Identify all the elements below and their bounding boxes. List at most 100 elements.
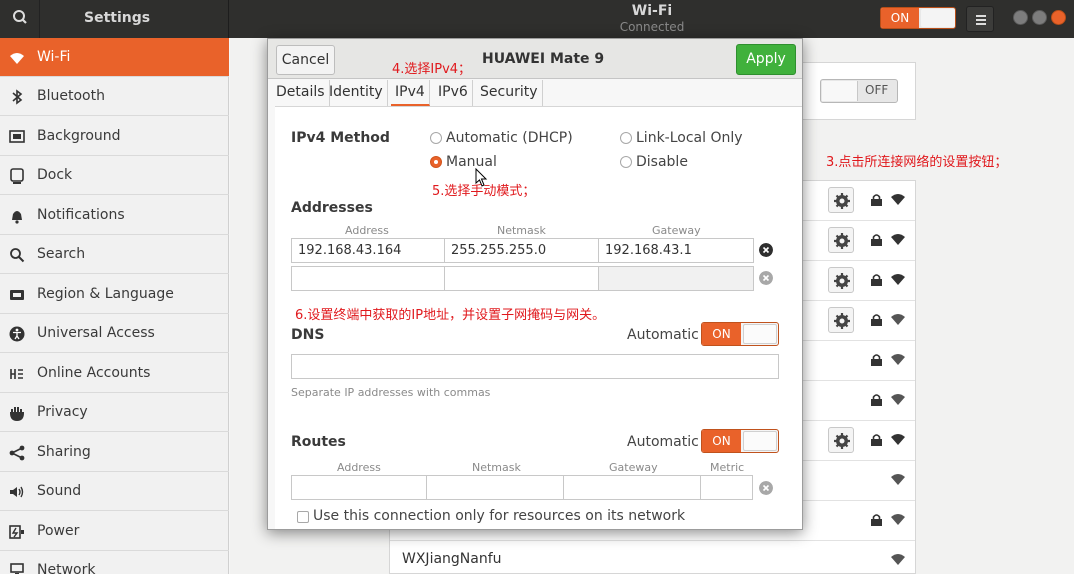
airplane-toggle-label: OFF — [865, 83, 889, 97]
minimize-icon[interactable] — [1013, 10, 1028, 25]
gear-icon — [834, 273, 850, 289]
wifi-icon — [10, 53, 24, 64]
header-divider — [228, 0, 229, 38]
close-icon[interactable] — [1051, 10, 1066, 25]
sidebar-item-universal-access[interactable]: Universal Access — [0, 314, 229, 353]
sidebar-item-label: Sharing — [37, 444, 91, 460]
route-gateway-input[interactable] — [563, 475, 701, 500]
delete-address-icon[interactable] — [759, 271, 773, 285]
lock-icon — [871, 394, 882, 406]
sidebar-item-wifi[interactable]: Wi-Fi — [0, 38, 229, 77]
sidebar-item-dock[interactable]: Dock — [0, 156, 229, 195]
sidebar-item-network[interactable]: Network — [0, 551, 229, 574]
sidebar-item-sharing[interactable]: Sharing — [0, 433, 229, 472]
wifi-signal-icon — [891, 554, 905, 565]
route-gateway-header: Gateway — [609, 461, 658, 474]
wifi-signal-icon — [891, 434, 905, 445]
annotation-step-5: 5.选择手动模式； — [432, 184, 536, 199]
wifi-toggle[interactable]: ON — [880, 7, 956, 29]
share-icon — [9, 445, 25, 461]
app-title: Settings — [84, 10, 151, 26]
tab-details[interactable]: Details — [272, 80, 330, 106]
menu-button[interactable] — [966, 6, 994, 32]
search-button[interactable] — [0, 0, 40, 38]
tab-ipv6[interactable]: IPv6 — [434, 80, 473, 106]
routes-toggle-knob — [743, 431, 777, 451]
network-row[interactable]: WXJiangNanfu — [390, 541, 915, 574]
addresses-label: Addresses — [291, 200, 373, 216]
gear-icon — [834, 193, 850, 209]
gateway-input[interactable]: 192.168.43.1 — [598, 238, 754, 263]
sidebar-item-sound[interactable]: Sound — [0, 472, 229, 511]
netmask-input-empty[interactable] — [444, 266, 599, 291]
radio-disable[interactable] — [620, 156, 632, 168]
sidebar-item-search[interactable]: Search — [0, 235, 229, 274]
network-settings-button[interactable] — [828, 427, 854, 453]
sidebar-item-bluetooth[interactable]: Bluetooth — [0, 77, 229, 116]
routes-automatic-toggle[interactable]: ON — [701, 429, 779, 453]
address-input-empty[interactable] — [291, 266, 445, 291]
speaker-icon — [10, 486, 24, 498]
tab-identity[interactable]: Identity — [325, 80, 388, 106]
radio-disable-label: Disable — [636, 154, 688, 170]
sidebar-item-label: Dock — [37, 167, 73, 183]
dns-input[interactable] — [291, 354, 779, 379]
dns-hint: Separate IP addresses with commas — [291, 386, 491, 399]
radio-manual-label: Manual — [446, 154, 497, 170]
sidebar-item-notifications[interactable]: Notifications — [0, 196, 229, 235]
sidebar-item-label: Online Accounts — [37, 365, 151, 381]
route-metric-input[interactable] — [700, 475, 753, 500]
sidebar-item-online-accounts[interactable]: Online Accounts — [0, 354, 229, 393]
only-resources-label: Use this connection only for resources o… — [313, 508, 686, 524]
wifi-signal-icon — [891, 234, 905, 245]
route-metric-header: Metric — [710, 461, 745, 474]
sidebar-item-privacy[interactable]: Privacy — [0, 393, 229, 432]
wifi-signal-icon — [891, 194, 905, 205]
airplane-mode-toggle[interactable]: OFF — [820, 79, 898, 103]
sidebar-item-label: Universal Access — [37, 325, 155, 341]
network-settings-button[interactable] — [828, 307, 854, 333]
sidebar-item-label: Background — [37, 128, 121, 144]
tab-security[interactable]: Security — [476, 80, 543, 106]
dialog-header: Cancel HUAWEI Mate 9 Apply — [268, 39, 802, 79]
radio-automatic[interactable] — [430, 132, 442, 144]
radio-manual[interactable] — [430, 156, 442, 168]
maximize-icon[interactable] — [1032, 10, 1047, 25]
netmask-input[interactable]: 255.255.255.0 — [444, 238, 599, 263]
lock-icon — [871, 434, 882, 446]
bell-icon — [12, 211, 22, 224]
network-icon — [10, 563, 24, 574]
dns-automatic-toggle[interactable]: ON — [701, 322, 779, 346]
delete-address-icon[interactable] — [759, 243, 773, 257]
network-settings-button[interactable] — [828, 227, 854, 253]
sidebar-item-label: Privacy — [37, 404, 88, 420]
sidebar-item-region[interactable]: Region & Language — [0, 275, 229, 314]
dns-toggle-knob — [743, 324, 777, 344]
dialog-title: HUAWEI Mate 9 — [482, 51, 605, 67]
route-address-input[interactable] — [291, 475, 427, 500]
apply-button[interactable]: Apply — [736, 44, 796, 75]
lock-icon — [871, 234, 882, 246]
sidebar-item-power[interactable]: Power — [0, 512, 229, 551]
gateway-input-empty[interactable] — [598, 266, 754, 291]
address-input[interactable]: 192.168.43.164 — [291, 238, 445, 263]
route-netmask-input[interactable] — [426, 475, 564, 500]
network-settings-button[interactable] — [828, 187, 854, 213]
network-settings-button[interactable] — [828, 267, 854, 293]
sidebar-item-background[interactable]: Background — [0, 117, 229, 156]
tab-ipv4[interactable]: IPv4 — [391, 80, 430, 106]
delete-route-icon[interactable] — [759, 481, 773, 495]
gear-icon — [834, 433, 850, 449]
radio-link-local[interactable] — [620, 132, 632, 144]
lock-icon — [871, 274, 882, 286]
only-resources-checkbox[interactable] — [297, 511, 309, 523]
netmask-column-header: Netmask — [497, 224, 546, 237]
search-icon — [13, 10, 27, 24]
annotation-step-4: 4.选择IPv4； — [392, 62, 472, 77]
gateway-column-header: Gateway — [652, 224, 701, 237]
address-column-header: Address — [345, 224, 389, 237]
cancel-button[interactable]: Cancel — [276, 45, 335, 75]
wifi-signal-icon — [891, 354, 905, 365]
search-icon — [10, 248, 25, 263]
dns-label: DNS — [291, 327, 325, 343]
